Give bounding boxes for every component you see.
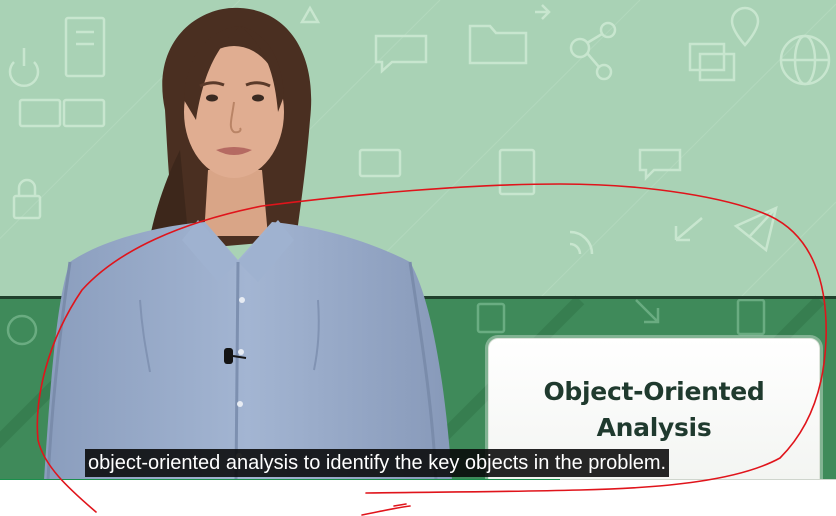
video-progress-bar[interactable]: [0, 479, 836, 480]
page-below-video: [0, 482, 836, 516]
subtitle-caption: object-oriented analysis to identify the…: [85, 449, 670, 477]
screen: Object-Oriented Analysis object-oriented…: [0, 0, 836, 516]
video-player[interactable]: Object-Oriented Analysis object-oriented…: [0, 0, 836, 480]
title-card-line-2: Analysis: [596, 413, 712, 442]
title-card-line-1: Object-Oriented: [543, 377, 765, 406]
video-progress-fill: [0, 479, 561, 480]
lapel-microphone: [224, 348, 233, 364]
